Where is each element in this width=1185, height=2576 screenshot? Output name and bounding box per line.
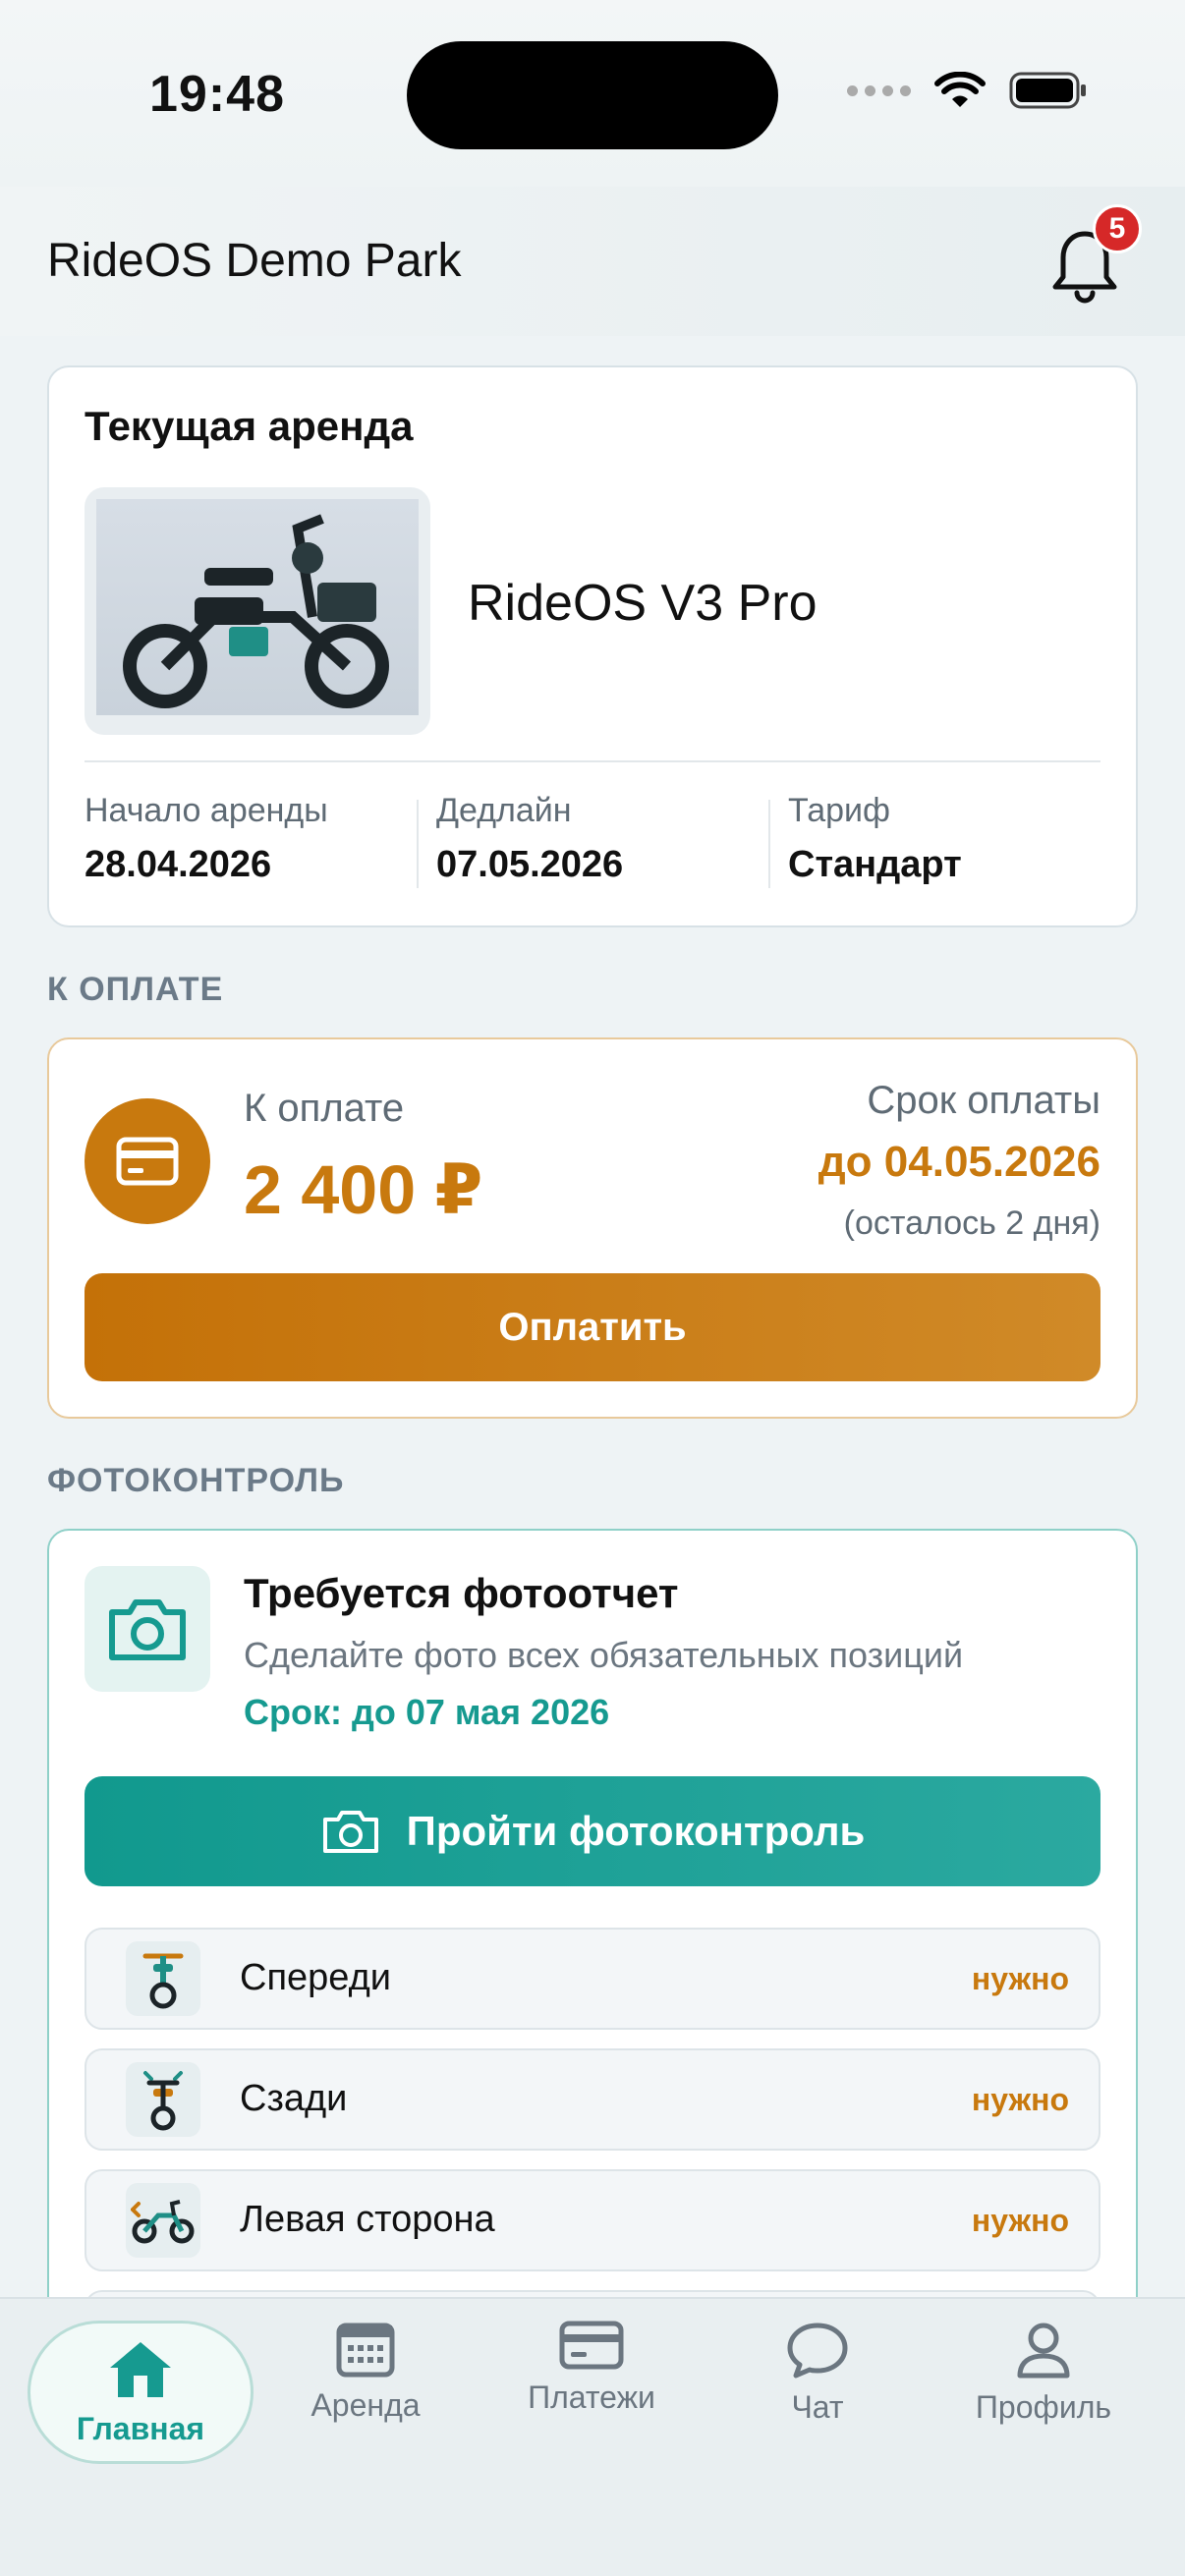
credit-card-icon — [116, 1137, 179, 1186]
due-remaining: (осталось 2 дня) — [843, 1204, 1100, 1242]
photo-position-back[interactable]: Сзади нужно — [85, 2048, 1100, 2151]
start-photo-control-button[interactable]: Пройти фотоконтроль — [85, 1776, 1100, 1886]
notification-badge: 5 — [1093, 204, 1142, 253]
start-photo-control-label: Пройти фотоконтроль — [406, 1808, 866, 1854]
rental-start-value: 28.04.2026 — [85, 844, 272, 885]
tab-chat-label: Чат — [791, 2389, 844, 2425]
user-icon — [1017, 2323, 1070, 2379]
bike-image — [85, 487, 430, 735]
payment-card: К оплате 2 400 ₽ Срок оплаты до 04.05.20… — [47, 1037, 1138, 1419]
rental-start: Начало аренды 28.04.2026 — [85, 792, 328, 886]
amount-label: К оплате — [244, 1087, 405, 1130]
tab-chat[interactable]: Чат — [719, 2321, 916, 2458]
bike-photo — [96, 499, 419, 715]
pay-button[interactable]: Оплатить — [85, 1273, 1100, 1381]
photo-position-status: нужно — [971, 2082, 1069, 2117]
card-icon-wrapper — [85, 1098, 210, 1224]
bike-model: RideOS V3 Pro — [468, 575, 818, 632]
rental-tariff-label: Тариф — [788, 792, 891, 829]
divider — [768, 800, 770, 888]
photo-position-label: Левая сторона — [240, 2199, 495, 2240]
calendar-icon — [336, 2323, 395, 2378]
camera-icon-wrapper — [85, 1566, 210, 1692]
photo-position-front[interactable]: Спереди нужно — [85, 1928, 1100, 2030]
tab-profile-label: Профиль — [975, 2389, 1112, 2425]
photo-position-status: нужно — [971, 2203, 1069, 2238]
status-bar: 19:48 — [0, 0, 1185, 187]
photo-position-label: Сзади — [240, 2078, 348, 2119]
photo-position-status: нужно — [971, 1961, 1069, 1996]
payment-section-label: К ОПЛАТЕ — [47, 971, 224, 1008]
rental-deadline-label: Дедлайн — [436, 792, 572, 829]
rental-start-label: Начало аренды — [85, 792, 328, 829]
photo-report-deadline: Срок: до 07 мая 2026 — [244, 1692, 610, 1732]
tab-rental-label: Аренда — [310, 2387, 421, 2423]
photo-position-label: Спереди — [240, 1957, 391, 1998]
wifi-icon — [934, 72, 986, 107]
rear-view-icon — [126, 2062, 200, 2137]
credit-card-icon — [559, 2321, 624, 2370]
due-label: Срок оплаты — [867, 1079, 1100, 1122]
divider — [417, 800, 419, 888]
camera-icon — [109, 1599, 186, 1660]
photo-position-left[interactable]: Левая сторона нужно — [85, 2169, 1100, 2271]
rental-tariff-value: Стандарт — [788, 844, 962, 885]
tab-profile[interactable]: Профиль — [945, 2321, 1142, 2458]
chat-bubble-icon — [787, 2323, 848, 2379]
tab-payments[interactable]: Платежи — [493, 2321, 690, 2458]
due-date: до 04.05.2026 — [818, 1138, 1100, 1186]
camera-icon — [322, 1811, 378, 1853]
tab-home-label: Главная — [76, 2410, 205, 2446]
rental-tariff: Тариф Стандарт — [788, 792, 962, 886]
current-rental-card[interactable]: Текущая аренда RideOS V3 Pro Начало арен… — [47, 365, 1138, 927]
signal-icon — [847, 84, 911, 96]
rental-deadline: Дедлайн 07.05.2026 — [436, 792, 623, 886]
divider — [85, 760, 1100, 762]
front-view-icon — [126, 1941, 200, 2016]
dynamic-island — [407, 41, 778, 149]
photo-report-subtitle: Сделайте фото всех обязательных позиций — [244, 1635, 964, 1675]
home-icon — [110, 2341, 171, 2397]
tab-bar: Главная Аренда Платежи Чат Профиль — [0, 2297, 1185, 2576]
status-time: 19:48 — [149, 66, 285, 123]
status-icons — [847, 71, 1088, 110]
photo-section-label: ФОТОКОНТРОЛЬ — [47, 1462, 345, 1499]
app-header: RideOS Demo Park — [0, 187, 1185, 336]
photo-report-title: Требуется фотоотчет — [244, 1570, 679, 1616]
rental-title: Текущая аренда — [85, 403, 414, 449]
scooter-icon — [123, 514, 389, 708]
tab-payments-label: Платежи — [528, 2380, 655, 2415]
amount-value: 2 400 ₽ — [244, 1151, 483, 1228]
left-side-icon — [126, 2183, 200, 2258]
tab-rental[interactable]: Аренда — [267, 2321, 464, 2458]
rental-deadline-value: 07.05.2026 — [436, 844, 624, 885]
app-title: RideOS Demo Park — [47, 235, 462, 287]
tab-home[interactable]: Главная — [28, 2321, 254, 2464]
battery-icon — [1009, 72, 1086, 109]
